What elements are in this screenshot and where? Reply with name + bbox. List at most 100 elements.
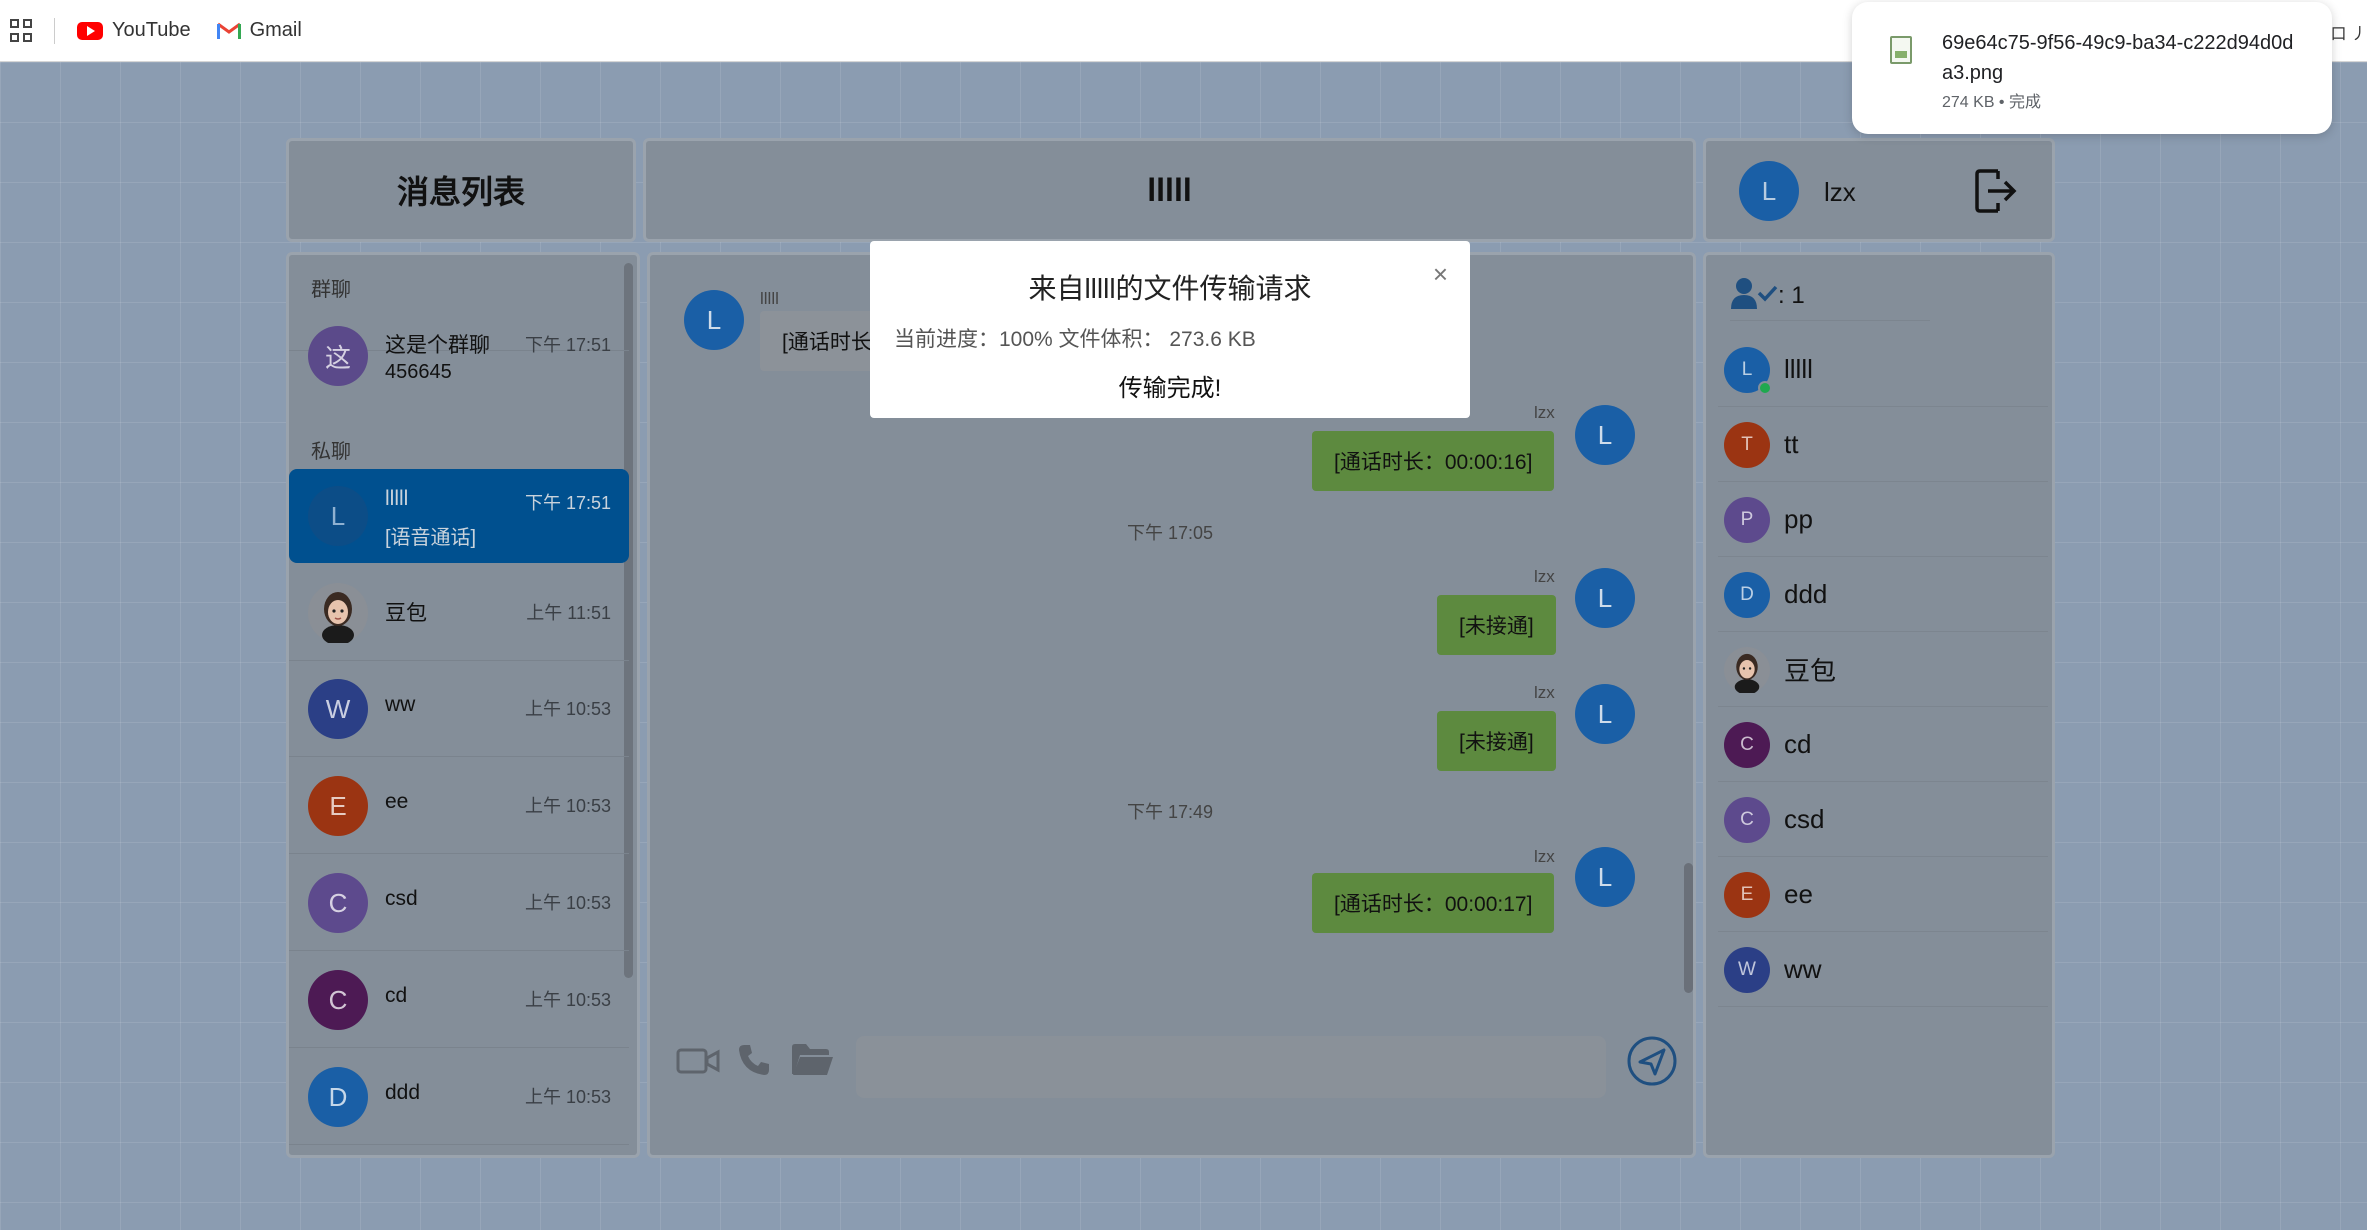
close-icon[interactable]: × [1433, 259, 1448, 290]
user-avatar: C [1724, 796, 1770, 843]
transfer-status: 传输完成! [1118, 375, 1222, 402]
user-row-lllll[interactable]: L lllll [1718, 333, 2048, 407]
chat-last-message: [语音通话] [385, 527, 477, 549]
user-name: csd [1784, 804, 1825, 834]
chat-name: ddd [385, 1081, 421, 1104]
message-bubble: [通话时长 [760, 311, 880, 371]
chat-name: ee [385, 790, 409, 813]
chat-avatar: C [308, 873, 368, 933]
online-count-row: : 1 [1730, 275, 1930, 321]
file-transfer-dialog: 来自lllll的文件传输请求 × 当前进度：100% 文件体积： 273.6 K… [870, 241, 1470, 418]
user-avatar: T [1724, 421, 1770, 468]
user-row-csd[interactable]: C csd [1718, 783, 2048, 857]
user-name: ee [1784, 879, 1813, 909]
user-row-cd[interactable]: C cd [1718, 708, 2048, 782]
message-list-header: 消息列表 [286, 138, 636, 242]
user-name: tt [1784, 429, 1799, 459]
user-row-ee[interactable]: E ee [1718, 858, 2048, 932]
user-row-tt[interactable]: T tt [1718, 408, 2048, 482]
current-user-avatar[interactable]: L [1739, 161, 1799, 221]
chat-item-ee[interactable]: E ee 上午 10:53 [289, 758, 629, 854]
chat-title: lllll [1147, 171, 1192, 208]
gmail-icon [216, 22, 241, 40]
chat-avatar: E [308, 776, 368, 836]
chat-avatar: C [308, 970, 368, 1030]
chat-time: 上午 10:53 [524, 796, 611, 816]
chat-item-ww[interactable]: W ww 上午 10:53 [289, 661, 629, 757]
message-sender: lzx [1534, 567, 1555, 586]
user-row-ww[interactable]: W ww [1718, 933, 2048, 1007]
private-section-label: 私聊 [311, 441, 351, 463]
message-bubble: [未接通] [1437, 711, 1556, 771]
bookmark-youtube[interactable]: YouTube [77, 19, 191, 42]
user-name: cd [1784, 729, 1812, 759]
online-count: : 1 [1778, 281, 1805, 309]
user-avatar: D [1724, 571, 1770, 618]
voice-call-icon[interactable] [736, 1042, 772, 1083]
message-timestamp: 下午 17:05 [1126, 523, 1214, 543]
send-icon[interactable] [1626, 1035, 1678, 1092]
bookmark-gmail[interactable]: Gmail [216, 19, 302, 42]
group-last-message: 456645 [385, 361, 452, 383]
video-call-icon[interactable] [676, 1046, 720, 1081]
chat-avatar: L [308, 486, 368, 546]
bookmark-separator [54, 17, 55, 44]
chat-item-doubao[interactable]: 豆包 上午 11:51 [289, 565, 629, 661]
user-row-pp[interactable]: P pp [1718, 483, 2048, 557]
conversation-list: 群聊 这 这是个群聊 456645 下午 17:51 私聊 L lllll [语… [286, 252, 640, 1158]
file-folder-icon[interactable] [790, 1041, 834, 1082]
message-sender: lzx [1534, 847, 1555, 866]
chat-header: lllll [643, 138, 1696, 242]
message-input[interactable] [856, 1036, 1606, 1098]
message-timestamp: 下午 17:49 [1126, 802, 1214, 822]
message-list-title: 消息列表 [396, 174, 525, 210]
message-bubble: [通话时长：00:00:17] [1312, 873, 1555, 933]
group-avatar: 这 [308, 326, 368, 386]
message-bubble: [通话时长：00:00:16] [1312, 431, 1555, 491]
user-name: 豆包 [1784, 656, 1837, 686]
chat-time: 上午 10:53 [524, 990, 611, 1010]
user-avatar: L [1724, 346, 1772, 395]
chat-item-cd[interactable]: C cd 上午 10:53 [289, 952, 629, 1048]
user-row-doubao[interactable]: 豆包 [1718, 633, 2048, 707]
window-edge-text: 口 丿 [2330, 26, 2367, 43]
messages-scrollbar[interactable] [1684, 863, 1693, 993]
current-user-name: lzx [1824, 177, 1856, 207]
user-row-ddd[interactable]: D ddd [1718, 558, 2048, 632]
download-filename[interactable]: 69e64c75-9f56-49c9-ba34-c222d94d0da3.png [1942, 28, 2302, 88]
message-avatar: L [1575, 568, 1635, 628]
group-chat-item[interactable]: 这 这是个群聊 456645 下午 17:51 [289, 311, 629, 407]
download-meta: 274 KB • 完成 [1942, 94, 2041, 111]
bookmark-label: Gmail [249, 19, 302, 41]
message-sender: lzx [1534, 403, 1555, 422]
group-name: 这是个群聊 [385, 334, 490, 357]
apps-grid-icon[interactable] [10, 18, 34, 43]
user-name: lllll [1784, 354, 1813, 384]
chat-item-ddd[interactable]: D ddd 上午 10:53 [289, 1049, 629, 1145]
chat-time: 上午 10:53 [524, 893, 611, 913]
user-avatar: C [1724, 721, 1770, 768]
youtube-icon [77, 21, 103, 40]
chat-avatar: D [308, 1067, 368, 1127]
image-file-icon [1890, 36, 1912, 64]
chat-name: ww [385, 693, 416, 716]
message-sender: lllll [760, 289, 779, 308]
chat-item-lllll[interactable]: L lllll [语音通话] 下午 17:51 [289, 469, 629, 563]
transfer-progress-info: 当前进度：100% 文件体积： 273.6 KB [894, 328, 1256, 351]
chat-item-csd[interactable]: C csd 上午 10:53 [289, 855, 629, 951]
chat-time: 上午 11:51 [526, 603, 611, 623]
chat-time: 上午 10:53 [524, 699, 611, 719]
message-avatar: L [1575, 847, 1635, 907]
user-check-icon [1730, 275, 1778, 316]
chat-name: 豆包 [385, 602, 427, 625]
message-sender: lzx [1534, 683, 1555, 702]
user-name: pp [1784, 504, 1813, 534]
chat-avatar: W [308, 679, 368, 739]
message-avatar: L [684, 290, 744, 350]
logout-icon[interactable] [1974, 167, 2018, 220]
user-name: ddd [1784, 579, 1828, 609]
chat-name: csd [385, 887, 418, 910]
download-notification[interactable]: 69e64c75-9f56-49c9-ba34-c222d94d0da3.png… [1852, 2, 2332, 134]
online-users-panel: : 1 L lllll T tt P pp D ddd 豆包 C cd C cs… [1703, 252, 2055, 1158]
message-avatar: L [1575, 405, 1635, 465]
